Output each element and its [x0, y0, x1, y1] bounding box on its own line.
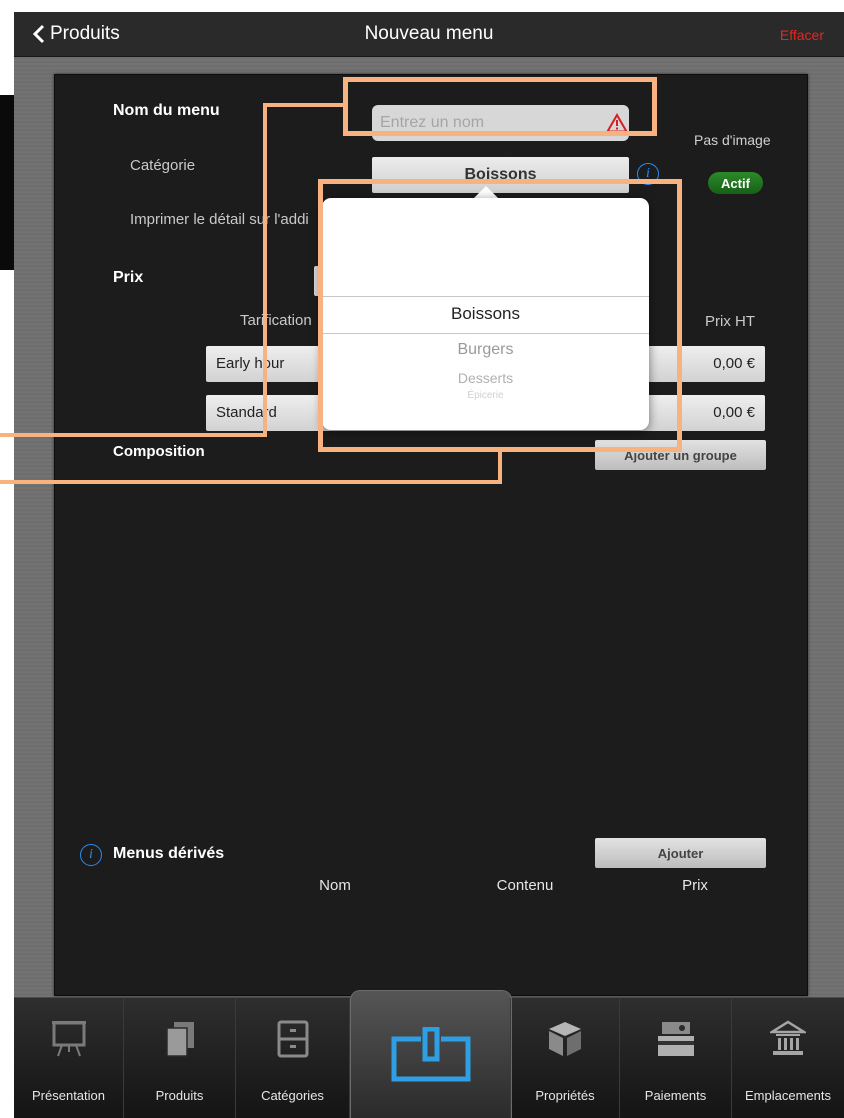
composition-label: Composition: [113, 443, 205, 460]
products-icon: [165, 1022, 194, 1057]
active-toggle[interactable]: Actif: [708, 172, 763, 194]
tab-categories[interactable]: Catégories: [236, 998, 350, 1118]
derived-column-name: Nom: [319, 877, 351, 894]
pricing-row-price: 0,00 €: [713, 355, 755, 372]
print-detail-label: Imprimer le détail sur l'addi: [130, 211, 309, 228]
callout-line: [0, 480, 502, 484]
left-edge-bar: [0, 95, 14, 270]
highlight-box-picker: [318, 179, 682, 452]
highlight-box-name-field: [343, 77, 657, 136]
presentation-icon: [51, 1021, 86, 1057]
pricing-row-price: 0,00 €: [713, 404, 755, 421]
ipad-screen: Produits Nouveau menu Effacer Nom du men…: [14, 12, 844, 1118]
callout-line: [498, 450, 502, 484]
tab-label: Propriétés: [535, 1088, 595, 1103]
derived-column-price: Prix: [682, 877, 708, 894]
tab-presentation[interactable]: Présentation: [14, 998, 124, 1118]
category-label: Catégorie: [130, 157, 196, 174]
tab-payments[interactable]: Paiements: [620, 998, 732, 1118]
clear-button[interactable]: Effacer: [780, 27, 824, 43]
tab-home[interactable]: [350, 990, 512, 1118]
categories-icon: [277, 1020, 308, 1058]
navigation-bar: Produits Nouveau menu Effacer: [14, 12, 844, 57]
tab-label: Paiements: [644, 1088, 707, 1103]
bottom-tab-bar: Présentation Produits Catégories Proprié…: [14, 990, 844, 1118]
derived-column-content: Contenu: [496, 877, 554, 894]
tab-label: Emplacements: [745, 1088, 831, 1103]
price-label: Prix: [113, 269, 144, 286]
pricing-header: Tarification: [240, 312, 312, 329]
derived-menus-label: Menus dérivés: [113, 845, 225, 862]
tab-label: Produits: [155, 1088, 204, 1103]
no-image-label[interactable]: Pas d'image: [694, 132, 771, 148]
tab-products[interactable]: Produits: [124, 998, 236, 1118]
add-derived-menu-button[interactable]: Ajouter: [595, 838, 766, 868]
callout-line: [263, 103, 345, 107]
menu-name-label: Nom du menu: [113, 102, 220, 119]
home-icon: [391, 1026, 471, 1081]
derived-menus-info-icon[interactable]: i: [80, 844, 102, 866]
callout-line: [263, 103, 267, 437]
price-ht-header: Prix HT: [705, 313, 755, 330]
tab-label: Catégories: [261, 1088, 324, 1103]
tab-label: Présentation: [32, 1088, 105, 1103]
pricing-row-name: Standard: [216, 404, 277, 421]
callout-line: [0, 433, 267, 437]
pricing-row-name: Early hour: [216, 355, 285, 372]
tab-locations[interactable]: Emplacements: [732, 998, 844, 1118]
payments-icon: [657, 1022, 694, 1056]
page-title: Nouveau menu: [364, 23, 494, 44]
locations-icon: [770, 1020, 806, 1055]
properties-icon: [549, 1022, 581, 1056]
tab-properties[interactable]: Propriétés: [510, 998, 620, 1118]
